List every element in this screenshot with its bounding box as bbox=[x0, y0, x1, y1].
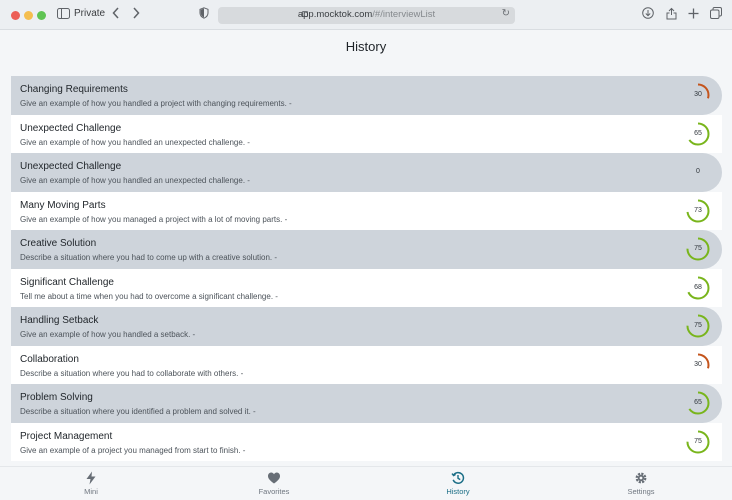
tab-overview-icon[interactable] bbox=[710, 7, 722, 23]
score-ring: 65 bbox=[686, 122, 710, 146]
list-item[interactable]: Creative Solution Describe a situation wh… bbox=[11, 230, 722, 269]
reload-icon[interactable]: ↻ bbox=[502, 8, 510, 19]
nav-label: History bbox=[446, 487, 470, 496]
score-ring: 30 bbox=[686, 353, 710, 377]
nav-label: Favorites bbox=[258, 487, 290, 496]
nav-label: Mini bbox=[84, 487, 98, 496]
list-item[interactable]: Many Moving Parts Give an example of how … bbox=[11, 191, 722, 230]
nav-item-history[interactable]: History bbox=[413, 471, 503, 496]
privacy-shield-icon[interactable] bbox=[199, 7, 209, 23]
nav-item-mini[interactable]: Mini bbox=[46, 471, 136, 496]
list-item[interactable]: Project Management Give an example of a p… bbox=[11, 422, 722, 461]
item-title: Changing Requirements bbox=[20, 84, 128, 95]
gear-icon bbox=[635, 472, 647, 484]
app-header: History bbox=[0, 31, 732, 64]
item-description: Give an example of how you handled a pro… bbox=[20, 99, 292, 108]
list-item[interactable]: Handling Setback Give an example of how y… bbox=[11, 307, 722, 346]
forward-icon[interactable] bbox=[132, 7, 140, 23]
item-description: Give an example of how you handled a set… bbox=[20, 330, 196, 339]
item-description: Give an example of how you handled an un… bbox=[20, 137, 250, 147]
item-title: Problem Solving bbox=[20, 392, 93, 403]
item-description: Give an example of how you handled an un… bbox=[20, 176, 250, 185]
private-label: Private bbox=[74, 8, 106, 19]
history-icon bbox=[451, 471, 465, 484]
score-value: 65 bbox=[694, 399, 702, 406]
bolt-icon bbox=[86, 471, 96, 485]
item-title: Project Management bbox=[20, 430, 113, 442]
download-icon[interactable] bbox=[642, 7, 654, 23]
list-item[interactable]: Collaboration Describe a situation where … bbox=[11, 345, 722, 384]
item-title: Creative Solution bbox=[20, 238, 97, 249]
share-icon[interactable] bbox=[666, 7, 677, 24]
item-description: Describe a situation where you had to co… bbox=[20, 368, 244, 378]
item-description: Give an example of how you managed a pro… bbox=[20, 214, 288, 224]
item-title: Unexpected Challenge bbox=[20, 161, 122, 172]
score-value: 75 bbox=[694, 437, 702, 445]
close-window-button[interactable] bbox=[11, 11, 20, 20]
score-value: 30 bbox=[694, 91, 702, 98]
page-title: History bbox=[345, 39, 387, 54]
maximize-window-button[interactable] bbox=[37, 11, 46, 20]
score-ring: 68 bbox=[686, 276, 710, 300]
item-description: Give an example of a project you managed… bbox=[20, 445, 246, 455]
sidebar-icon[interactable] bbox=[57, 7, 70, 23]
list-item[interactable]: Problem Solving Describe a situation wher… bbox=[11, 384, 722, 423]
list-item[interactable]: Unexpected Challenge Give an example of h… bbox=[11, 114, 722, 153]
item-description: Describe a situation where you identifie… bbox=[20, 407, 256, 416]
score-ring: 73 bbox=[686, 199, 710, 223]
history-list: Changing Requirements Give an example of … bbox=[11, 76, 722, 461]
score-value: 65 bbox=[694, 129, 702, 137]
heart-icon bbox=[268, 472, 280, 484]
score-ring: 75 bbox=[686, 314, 710, 338]
minimize-window-button[interactable] bbox=[24, 11, 33, 20]
back-icon[interactable] bbox=[112, 7, 120, 23]
nav-item-favorites[interactable]: Favorites bbox=[229, 471, 319, 496]
score-ring: 30 bbox=[686, 83, 710, 107]
item-description: Describe a situation where you had to co… bbox=[20, 253, 278, 262]
nav-item-settings[interactable]: Settings bbox=[596, 471, 686, 496]
score-ring: 0 bbox=[686, 160, 710, 184]
url-domain: app.mocktok.com bbox=[297, 9, 373, 20]
list-item[interactable]: Significant Challenge Tell me about a tim… bbox=[11, 268, 722, 307]
item-title: Unexpected Challenge bbox=[20, 122, 122, 134]
new-tab-icon[interactable] bbox=[688, 7, 699, 23]
score-value: 0 bbox=[696, 168, 700, 175]
item-description: Tell me about a time when you had to ove… bbox=[20, 291, 278, 301]
item-title: Handling Setback bbox=[20, 315, 99, 326]
nav-label: Settings bbox=[627, 487, 655, 496]
browser-toolbar: Private app.mocktok.com/#/interviewList … bbox=[0, 0, 732, 30]
score-value: 75 bbox=[694, 245, 702, 252]
score-value: 68 bbox=[694, 283, 702, 291]
list-item[interactable]: Unexpected Challenge Give an example of h… bbox=[11, 153, 722, 192]
score-ring: 65 bbox=[686, 391, 710, 415]
bottom-navigation: Mini Favorites History Settings bbox=[0, 466, 732, 500]
score-value: 73 bbox=[694, 206, 702, 214]
list-item[interactable]: Changing Requirements Give an example of … bbox=[11, 76, 722, 115]
score-value: 30 bbox=[694, 360, 702, 368]
item-title: Collaboration bbox=[20, 353, 79, 365]
score-ring: 75 bbox=[686, 430, 710, 454]
score-value: 75 bbox=[694, 322, 702, 329]
address-bar[interactable]: app.mocktok.com/#/interviewList ↻ bbox=[218, 7, 515, 24]
item-title: Many Moving Parts bbox=[20, 199, 106, 211]
url-path: /#/interviewList bbox=[372, 9, 436, 20]
score-ring: 75 bbox=[686, 237, 710, 261]
item-title: Significant Challenge bbox=[20, 276, 114, 288]
